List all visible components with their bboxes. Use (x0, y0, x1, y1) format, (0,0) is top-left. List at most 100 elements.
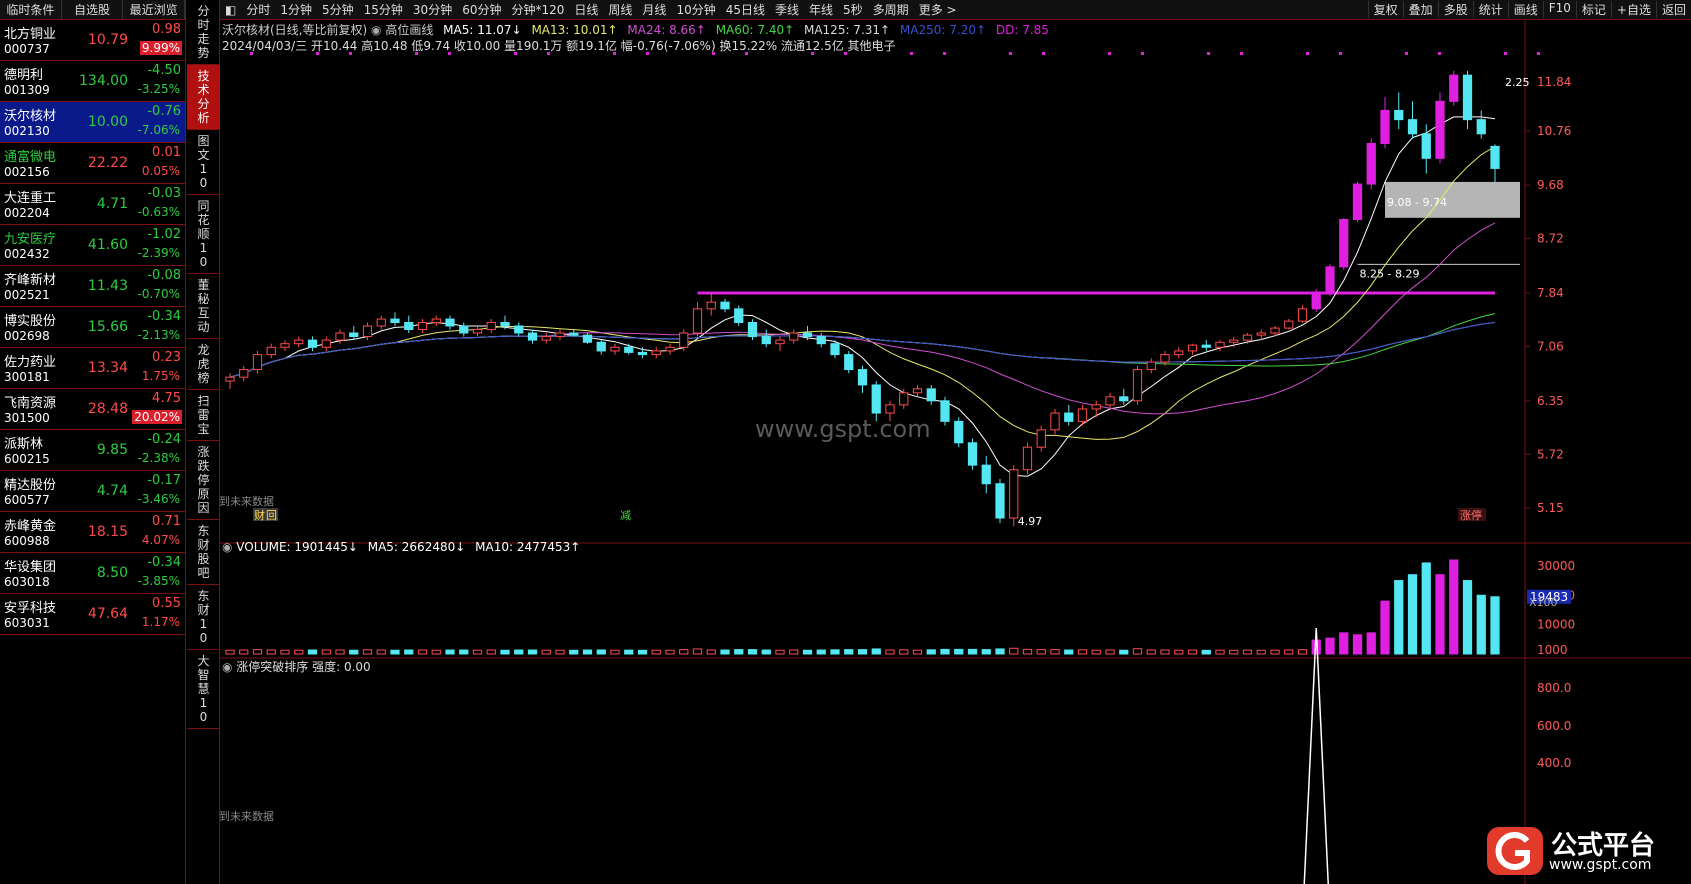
toolbar-button-1[interactable]: 叠加 (1402, 1, 1438, 18)
period-tab-11[interactable]: 45日线 (721, 1, 770, 18)
stock-row[interactable]: 博实股份 002698 15.66 -0.34 -2.13% (0, 307, 185, 348)
toolbar-button-4[interactable]: 画线 (1507, 1, 1543, 18)
vtab-3[interactable]: 同花顺10 (187, 195, 220, 274)
volume-info-bar: ◉ VOLUME: 1901445↓ MA5: 2662480↓ MA10: 2… (222, 540, 580, 554)
period-tab-10[interactable]: 10分钟 (671, 1, 720, 18)
vtab-6[interactable]: 扫雷宝 (187, 390, 220, 441)
indicator-axis-label: 800.0 (1537, 681, 1571, 695)
volume-bar (239, 649, 249, 655)
indicator-toggle-icon[interactable]: ◉ (371, 23, 385, 37)
stock-name: 精达股份 (4, 478, 57, 493)
candle-body (885, 404, 895, 414)
vtab-7[interactable]: 涨跌停原因 (187, 441, 220, 520)
period-tab-12[interactable]: 季线 (770, 1, 804, 18)
layout-toggle-icon[interactable]: ◧ (220, 3, 241, 17)
stock-row[interactable]: 华设集团 603018 8.50 -0.34 -3.85% (0, 553, 185, 594)
period-tab-9[interactable]: 月线 (637, 1, 671, 18)
stock-row[interactable]: 佐力药业 300181 13.34 0.23 1.75% (0, 348, 185, 389)
vtab-1[interactable]: 技术分析 (187, 65, 220, 130)
toolbar-button-7[interactable]: +自选 (1610, 1, 1656, 18)
candle-body (1064, 412, 1074, 422)
vtab-2[interactable]: 图文10 (187, 130, 220, 195)
volume-toggle-icon[interactable]: ◉ (222, 540, 236, 554)
candle-body (1490, 145, 1500, 169)
volume-bar (431, 649, 441, 655)
tab-recent[interactable]: 最近浏览 (123, 0, 186, 19)
candle-body (280, 343, 290, 348)
stock-row[interactable]: 安孚科技 603031 47.64 0.55 1.17% (0, 594, 185, 635)
period-tab-7[interactable]: 日线 (569, 1, 603, 18)
stock-row[interactable]: 派斯林 600215 9.85 -0.24 -2.38% (0, 430, 185, 471)
period-tab-13[interactable]: 年线 (804, 1, 838, 18)
period-tab-8[interactable]: 周线 (603, 1, 637, 18)
tab-self-selected[interactable]: 自选股 (62, 0, 124, 19)
stock-row[interactable]: 大连重工 002204 4.71 -0.03 -0.63% (0, 184, 185, 225)
stock-price: 4.74 (96, 483, 128, 499)
toolbar-button-5[interactable]: F10 (1542, 1, 1576, 18)
period-tab-14[interactable]: 5秒 (838, 1, 868, 18)
candle-body (692, 308, 703, 334)
volume-bar (761, 649, 771, 655)
candle-body (486, 322, 496, 330)
volume-bar (527, 649, 538, 655)
period-tab-5[interactable]: 60分钟 (457, 1, 506, 18)
period-tab-4[interactable]: 30分钟 (408, 1, 457, 18)
toolbar-button-8[interactable]: 返回 (1655, 1, 1691, 18)
price-axis-label: 6.35 (1537, 394, 1564, 408)
period-tab-6[interactable]: 分钟*120 (506, 1, 569, 18)
stock-row[interactable]: 北方铜业 000737 10.79 0.98 9.99% (0, 20, 185, 61)
period-tab-16[interactable]: 更多 > (914, 1, 962, 18)
site-logo: 公式平台 www.gspt.com (1483, 823, 1683, 877)
period-tab-15[interactable]: 多周期 (868, 1, 914, 18)
stock-row[interactable]: 飞南资源 301500 28.48 4.75 20.02% (0, 389, 185, 430)
period-tab-0[interactable]: 分时 (241, 1, 275, 18)
volume-bar (610, 649, 620, 655)
indicator-name: 高位画线 (385, 23, 434, 37)
stock-change: -1.02 (147, 227, 181, 242)
volume-bar (995, 648, 1005, 655)
low-annotation: 4.97 (1018, 515, 1043, 528)
stock-code: 600577 (4, 493, 50, 507)
candle-body (967, 442, 978, 466)
stock-row[interactable]: 齐峰新材 002521 11.43 -0.08 -0.70% (0, 266, 185, 307)
stock-change-pct: 20.02% (132, 410, 182, 424)
toolbar-button-0[interactable]: 复权 (1367, 1, 1403, 18)
signal-dot (1141, 52, 1144, 55)
period-tab-2[interactable]: 5分钟 (317, 1, 359, 18)
vtab-8[interactable]: 东财股吧 (187, 520, 220, 585)
candle-body (555, 332, 565, 338)
stock-change: -0.03 (147, 186, 181, 201)
toolbar-button-2[interactable]: 多股 (1437, 1, 1473, 18)
candle-body (720, 301, 730, 310)
toolbar-button-3[interactable]: 统计 (1472, 1, 1508, 18)
stock-row[interactable]: 沃尔核材 002130 10.00 -0.76 -7.06% (0, 102, 185, 143)
tab-temp-condition[interactable]: 临时条件 (0, 0, 62, 19)
stock-price: 4.71 (96, 196, 128, 212)
stock-price: 15.66 (87, 319, 128, 335)
volume-bar (1077, 649, 1088, 655)
period-tab-1[interactable]: 1分钟 (275, 1, 317, 18)
vtab-0[interactable]: 分时走势 (187, 0, 220, 65)
volume-bar (1421, 562, 1431, 655)
vtab-9[interactable]: 东财10 (187, 585, 220, 650)
stock-row[interactable]: 通富微电 002156 22.22 0.01 0.05% (0, 143, 185, 184)
period-tab-3[interactable]: 15分钟 (359, 1, 408, 18)
stock-chart[interactable]: 11.84 10.76 9.68 8.72 7.84 7.06 6.35 5.72 5.15 2.… (220, 20, 1691, 884)
candle-body (1160, 354, 1170, 363)
vtab-10[interactable]: 大智慧10 (187, 650, 220, 729)
stock-row[interactable]: 赤峰黄金 600988 18.15 0.71 4.07% (0, 512, 185, 553)
stock-row[interactable]: 九安医疗 002432 41.60 -1.02 -2.39% (0, 225, 185, 266)
ma24-value: MA24: 8.66↑ (627, 23, 706, 37)
candle-body (706, 301, 716, 310)
vtab-4[interactable]: 董秘互动 (187, 274, 220, 339)
toolbar-button-6[interactable]: 标记 (1575, 1, 1611, 18)
vtab-5[interactable]: 龙虎榜 (187, 339, 220, 390)
indicator2-toggle-icon[interactable]: ◉ (222, 660, 236, 674)
cai-badge-box: 回 (266, 509, 277, 522)
candle-body (362, 325, 373, 338)
stock-change-pct: -0.63% (137, 205, 180, 219)
signal-dot (1240, 52, 1243, 55)
candle-body (1022, 446, 1033, 471)
stock-row[interactable]: 精达股份 600577 4.74 -0.17 -3.46% (0, 471, 185, 512)
stock-row[interactable]: 德明利 001309 134.00 -4.50 -3.25% (0, 61, 185, 102)
